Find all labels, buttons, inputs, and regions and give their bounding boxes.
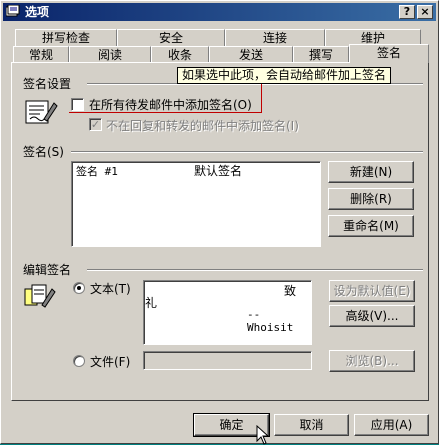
signature-text-line-3: -- Whoisit <box>247 308 294 334</box>
signature-list[interactable]: 签名 #1 默认签名 <box>71 161 321 247</box>
window-title: 选项 <box>25 5 50 19</box>
tab-connection[interactable]: 连接 <box>225 29 325 46</box>
signatures-divider <box>71 151 423 153</box>
apply-button[interactable]: 应用(A) <box>354 414 429 436</box>
edit-signature-divider <box>87 269 423 271</box>
signature-text-area[interactable]: 致 礼 -- Whoisit <box>143 280 312 345</box>
text-radio-label: 文本(T) <box>90 282 131 296</box>
signatures-group-label: 签名(S) <box>23 143 67 160</box>
tab-read[interactable]: 阅读 <box>69 46 151 63</box>
close-button[interactable]: × <box>417 5 433 19</box>
file-path-input[interactable] <box>143 351 312 370</box>
file-radio[interactable] <box>73 355 85 367</box>
advanced-button[interactable]: 高级(V)... <box>329 305 415 327</box>
options-dialog: 选项 ? × 拼写检查 安全 连接 维护 常规 阅读 收条 发送 撰写 签名 签… <box>0 0 439 445</box>
signature-text-line-2: 礼 <box>145 296 158 310</box>
no-reply-signature-label: 不在回复和转发的邮件中添加签名(I) <box>106 119 299 133</box>
text-radio-dot <box>77 286 81 290</box>
no-reply-signature-checkbox[interactable]: ✓ <box>89 118 102 131</box>
add-signature-checkbox[interactable] <box>71 98 84 111</box>
signature-name: 签名 #1 <box>76 165 118 178</box>
tab-compose[interactable]: 撰写 <box>293 46 349 63</box>
cancel-button[interactable]: 取消 <box>274 414 349 436</box>
tooltip-callout-base <box>69 112 179 113</box>
signature-pen-icon <box>25 100 58 124</box>
new-signature-button[interactable]: 新建(N) <box>328 161 414 183</box>
tab-security[interactable]: 安全 <box>117 29 225 46</box>
rename-signature-button[interactable]: 重命名(M) <box>328 215 414 237</box>
tooltip-callout-line <box>179 84 262 113</box>
tab-spellcheck[interactable]: 拼写检查 <box>15 29 117 46</box>
signature-text-line-1: 致 <box>284 284 297 298</box>
signature-default-status: 默认签名 <box>194 164 243 178</box>
edit-signature-icon <box>24 284 56 308</box>
title-bar: 选项 ? × <box>3 3 436 21</box>
signature-row[interactable]: 签名 #1 默认签名 <box>74 163 318 178</box>
help-button[interactable]: ? <box>399 5 415 19</box>
tooltip: 如果选中此项，会自动给邮件加上签名 <box>177 67 391 84</box>
sig-settings-group-label: 签名设置 <box>23 75 75 92</box>
browse-button[interactable]: 浏览(B)... <box>329 350 415 372</box>
set-default-button[interactable]: 设为默认值(E) <box>329 280 415 302</box>
tab-general[interactable]: 常规 <box>13 46 69 63</box>
delete-signature-button[interactable]: 删除(R) <box>328 188 414 210</box>
tab-send[interactable]: 发送 <box>209 46 293 63</box>
options-app-icon <box>6 5 20 17</box>
mouse-cursor-icon <box>256 425 270 445</box>
tab-receipts[interactable]: 收条 <box>151 46 209 63</box>
tab-signatures[interactable]: 签名 <box>349 44 429 63</box>
file-radio-label: 文件(F) <box>90 355 131 369</box>
edit-signature-group-label: 编辑签名 <box>23 261 75 278</box>
text-radio[interactable] <box>73 282 85 294</box>
